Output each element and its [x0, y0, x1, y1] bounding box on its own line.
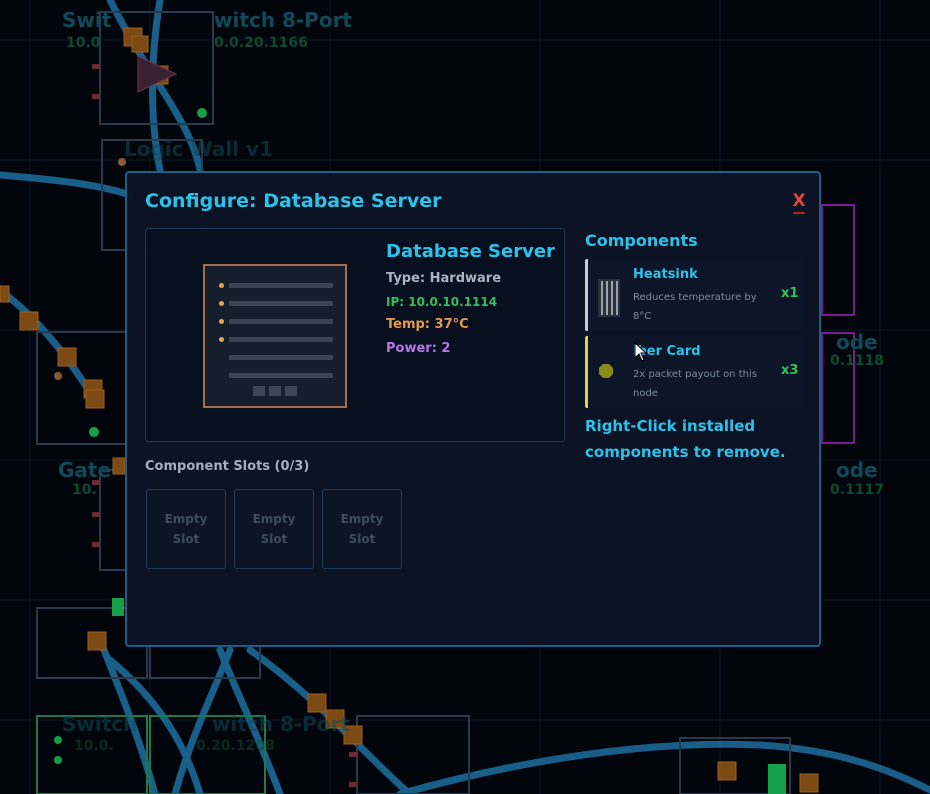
components-heading: Components: [585, 231, 698, 250]
data-packet: [57, 347, 77, 367]
data-packet: [87, 631, 107, 651]
component-count: x3: [781, 363, 799, 378]
fiber-card-icon: [599, 364, 613, 378]
gateway-node: [36, 331, 128, 445]
device-temperature: Temp: 37°C: [386, 317, 469, 332]
network-cable: [0, 171, 134, 199]
component-card-heatsink[interactable]: Heatsink Reduces temperature by 8°C x1: [585, 259, 805, 331]
data-packet: [85, 389, 105, 409]
data-packet: [307, 693, 327, 713]
network-cable: [0, 286, 99, 404]
data-packet: [799, 773, 819, 793]
bg-node-label: Gate: [58, 458, 112, 482]
dialog-title: Configure: Database Server: [145, 190, 442, 212]
close-button[interactable]: X: [790, 190, 808, 214]
remove-hint: Right-Click installed components to remo…: [585, 417, 786, 461]
component-count: x1: [781, 286, 799, 301]
bg-node-label: witch 8-Port: [212, 712, 350, 736]
device-name: Database Server: [386, 241, 555, 262]
bg-node-label: Switch: [62, 712, 138, 736]
component-slot-2[interactable]: Empty Slot: [234, 489, 314, 569]
slot-label: Empty Slot: [164, 512, 208, 546]
data-packet: [717, 761, 737, 781]
slot-label: Empty Slot: [252, 512, 296, 546]
bg-node-label: witch 8-Port: [214, 8, 352, 32]
data-packet: [19, 311, 39, 331]
server-rack-icon: [203, 264, 347, 408]
configure-dialog: Configure: Database Server X Database Se…: [125, 171, 821, 647]
mouse-pointer-icon: [634, 342, 648, 362]
device-info-panel: Database Server Type: Hardware IP: 10.0.…: [145, 228, 565, 442]
device-ip: IP: 10.0.10.1114: [386, 295, 498, 309]
component-slot-1[interactable]: Empty Slot: [146, 489, 226, 569]
bg-node-label: ode: [836, 458, 878, 482]
bg-node-ip: 0.1117: [830, 482, 885, 498]
bg-node-ip: 10.0: [66, 35, 101, 51]
slot-label: Empty Slot: [340, 512, 384, 546]
component-description: Reduces temperature by 8°C: [633, 292, 757, 322]
bg-node-ip: 10.0.: [74, 738, 114, 754]
data-packet: [131, 35, 149, 53]
bg-node-ip: 0.0.20.1166: [214, 35, 308, 51]
bg-node-ip: 0.1118: [830, 353, 885, 369]
bg-node-ip: 0.20.1208: [196, 738, 275, 754]
network-cable: [396, 740, 930, 794]
heatsink-icon: [598, 279, 620, 317]
data-packet: [112, 457, 126, 475]
device-power: Power: 2: [386, 341, 451, 356]
data-packet: [0, 285, 10, 303]
component-slots-label: Component Slots (0/3): [145, 459, 310, 474]
bg-node-label: Swit: [62, 8, 112, 32]
component-slot-3[interactable]: Empty Slot: [322, 489, 402, 569]
component-description: 2x packet payout on this node: [633, 369, 757, 399]
component-card-fiber-card[interactable]: iber Card 2x packet payout on this node …: [585, 336, 805, 408]
component-name: Heatsink: [633, 267, 698, 282]
bg-node-label: Logic Wall v1: [124, 137, 273, 161]
device-type: Type: Hardware: [386, 271, 502, 286]
bg-node-label: ode: [836, 330, 878, 354]
database-node: [821, 204, 855, 316]
bg-node-ip: 10.: [72, 482, 97, 498]
